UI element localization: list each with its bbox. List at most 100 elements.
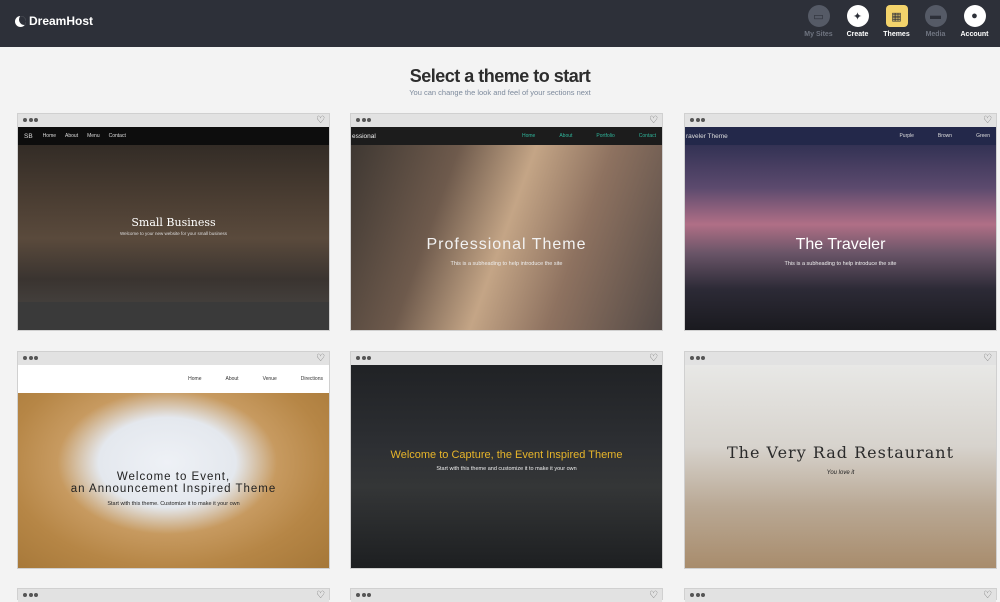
preview-link: Brown (937, 133, 953, 139)
preview-subtitle: Welcome to your new website for your sma… (120, 231, 227, 236)
preview-link: Home (522, 133, 536, 139)
nav-label: My Sites (804, 31, 833, 38)
preview-link: Home (188, 376, 202, 382)
theme-card-traveler[interactable]: ♡ raveler Theme Purple Brown Green The T… (684, 113, 997, 331)
preview-link: Green (976, 133, 990, 139)
preview-link: About (559, 133, 573, 139)
preview-subtitle: You love it (826, 470, 855, 476)
nav-account[interactable]: ● Account (955, 5, 994, 38)
theme-card-row3-2[interactable]: ♡ (350, 588, 663, 602)
preview-subtitle: This is a subheading to help introduce t… (450, 261, 563, 267)
theme-preview: essional Home About Portfolio Contact Pr… (351, 127, 662, 330)
theme-preview: raveler Theme Purple Brown Green The Tra… (685, 127, 996, 330)
card-toolbar: ♡ (18, 352, 329, 365)
card-toolbar: ♡ (351, 352, 662, 365)
create-icon: ✦ (846, 5, 869, 27)
preview-link: Menu (87, 133, 100, 139)
heart-icon[interactable]: ♡ (316, 114, 325, 127)
dreamhost-logo[interactable]: DreamHost (15, 14, 93, 28)
nav-create[interactable]: ✦ Create (838, 5, 877, 38)
preview-link: About (225, 376, 239, 382)
preview-title-line2: an Announcement Inspired Theme (70, 483, 277, 495)
dots-icon (23, 593, 40, 597)
dots-icon (690, 118, 707, 122)
preview-title: Small Business (131, 216, 216, 229)
theme-card-event[interactable]: ♡ Home About Venue Directions Welcome to… (17, 351, 330, 569)
theme-card-row3-3[interactable]: ♡ (684, 588, 997, 602)
card-toolbar: ♡ (351, 114, 662, 127)
preview-nav: Home About Venue Directions (18, 365, 329, 393)
nav-label: Media (925, 31, 946, 38)
card-toolbar: ♡ (351, 589, 662, 602)
theme-card-capture[interactable]: ♡ Welcome to Capture, the Event Inspired… (350, 351, 663, 569)
heart-icon[interactable]: ♡ (649, 589, 658, 602)
preview-link: Home (42, 133, 57, 139)
card-toolbar: ♡ (685, 589, 996, 602)
preview-footer (18, 302, 329, 330)
preview-brand: essional (352, 132, 376, 140)
preview-link: Venue (262, 376, 277, 382)
preview-subtitle: Start with this theme and customize it t… (436, 466, 577, 472)
moon-icon (15, 15, 26, 27)
preview-title: Welcome to Capture, the Event Inspired T… (390, 449, 623, 461)
preview-link: Purple (899, 133, 914, 139)
preview-title: Welcome to Event, (116, 471, 231, 483)
nav-media[interactable]: ▬ Media (916, 5, 955, 38)
heart-icon[interactable]: ♡ (983, 114, 992, 127)
card-toolbar: ♡ (685, 352, 996, 365)
dots-icon (356, 356, 373, 360)
preview-link: Portfolio (596, 133, 615, 139)
main-nav: ▭ My Sites ✦ Create ▦ Themes ▬ Media ● A… (799, 5, 994, 38)
preview-title: The Traveler (795, 236, 886, 253)
page-heading: Select a theme to start You can change t… (0, 66, 1000, 97)
theme-preview: The Very Rad Restaurant You love it (685, 365, 996, 568)
heart-icon[interactable]: ♡ (316, 352, 325, 365)
preview-brand: SB (24, 132, 33, 140)
dots-icon (690, 356, 707, 360)
themes-icon: ▦ (885, 5, 908, 27)
heart-icon[interactable]: ♡ (649, 114, 658, 127)
top-bar: DreamHost ▭ My Sites ✦ Create ▦ Themes ▬… (0, 0, 1000, 47)
preview-subtitle: This is a subheading to help introduce t… (784, 261, 897, 267)
nav-label: Themes (883, 31, 910, 38)
preview-nav: SB Home About Menu Contact (18, 127, 329, 145)
dots-icon (23, 118, 40, 122)
theme-card-professional[interactable]: ♡ essional Home About Portfolio Contact … (350, 113, 663, 331)
preview-subtitle: Start with this theme. Customize it to m… (107, 501, 240, 507)
theme-preview: SB Home About Menu Contact Small Busines… (18, 127, 329, 330)
media-icon: ▬ (924, 5, 947, 27)
page-title: Select a theme to start (409, 66, 591, 86)
card-toolbar: ♡ (685, 114, 996, 127)
theme-preview: Home About Venue Directions Welcome to E… (18, 365, 329, 568)
page-subtitle: You can change the look and feel of your… (409, 88, 591, 97)
heart-icon[interactable]: ♡ (983, 589, 992, 602)
dots-icon (356, 593, 373, 597)
theme-card-small-business[interactable]: ♡ SB Home About Menu Contact Small Busin… (17, 113, 330, 331)
preview-link: Directions (300, 376, 323, 382)
preview-brand: raveler Theme (686, 132, 728, 140)
preview-link: Contact (638, 133, 656, 139)
card-toolbar: ♡ (18, 589, 329, 602)
preview-nav: raveler Theme Purple Brown Green (685, 127, 996, 145)
preview-title: Professional Theme (426, 236, 587, 253)
theme-card-restaurant[interactable]: ♡ The Very Rad Restaurant You love it (684, 351, 997, 569)
preview-nav: essional Home About Portfolio Contact (351, 127, 662, 145)
brand-name: DreamHost (29, 14, 94, 28)
nav-my-sites[interactable]: ▭ My Sites (799, 5, 838, 38)
dots-icon (23, 356, 40, 360)
heart-icon[interactable]: ♡ (316, 589, 325, 602)
sites-icon: ▭ (807, 5, 830, 27)
nav-label: Account (960, 31, 989, 38)
theme-card-row3-1[interactable]: ♡ (17, 588, 330, 602)
heart-icon[interactable]: ♡ (983, 352, 992, 365)
dots-icon (356, 118, 373, 122)
card-toolbar: ♡ (18, 114, 329, 127)
heart-icon[interactable]: ♡ (649, 352, 658, 365)
theme-preview: Welcome to Capture, the Event Inspired T… (351, 365, 662, 568)
preview-link: Contact (108, 133, 126, 139)
preview-link: About (65, 133, 79, 139)
preview-title: The Very Rad Restaurant (726, 443, 955, 462)
nav-themes[interactable]: ▦ Themes (877, 5, 916, 38)
account-icon: ● (963, 5, 986, 27)
nav-label: Create (846, 31, 869, 38)
